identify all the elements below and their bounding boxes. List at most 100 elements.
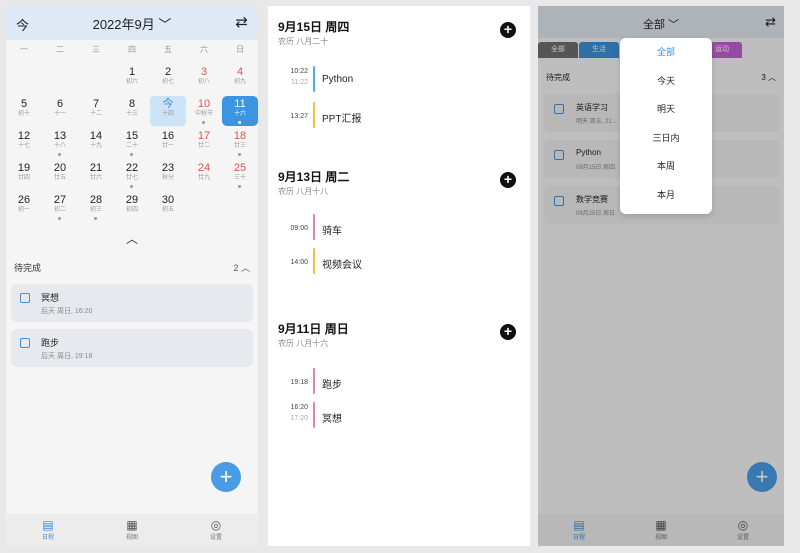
task-card[interactable]: 冥想 后天 周日, 16:20 bbox=[11, 284, 253, 322]
filter-option-three-days[interactable]: 三日内 bbox=[620, 124, 712, 153]
calendar-week: 26 初一 27 初二 28 初三 29 初四 30 初五 bbox=[6, 192, 258, 224]
calendar-day-empty bbox=[6, 64, 42, 94]
bottom-tab-bar: ▤ 日程 ▦ 视图 ◎ 设置 bbox=[6, 514, 258, 546]
filter-option-all[interactable]: 全部 bbox=[620, 38, 712, 67]
calendar-week: 5 初十 6 十一 7 十二 8 十三 今十四 10 中秋节 11 十六 bbox=[6, 96, 258, 128]
calendar-day[interactable]: 1 初六 bbox=[114, 64, 150, 94]
calendar-day[interactable]: 28 初三 bbox=[78, 192, 114, 222]
event-name: 视频会议 bbox=[322, 260, 362, 271]
task-subtitle: 后天 周日, 19:18 bbox=[41, 353, 93, 360]
event-item[interactable]: 10:22 11:22 Python bbox=[278, 66, 498, 96]
event-color-bar bbox=[313, 214, 315, 240]
swap-view-icon[interactable]: ⇄ bbox=[235, 13, 248, 31]
agenda-screen: 9月15日 周四 农历 八月二十 + 10:22 11:22 Python 13… bbox=[268, 6, 530, 546]
event-end: 17:20 bbox=[290, 415, 308, 422]
tab-settings[interactable]: ◎ 设置 bbox=[174, 514, 258, 546]
group-date: 9月15日 周四 bbox=[278, 20, 350, 34]
tab-schedule[interactable]: ▤ 日程 bbox=[6, 514, 90, 546]
calendar-day[interactable]: 6 十一 bbox=[42, 96, 78, 126]
chevron-down-icon: ﹀ bbox=[158, 17, 172, 32]
event-color-bar bbox=[313, 102, 315, 128]
add-event-button[interactable]: + bbox=[500, 172, 516, 188]
month-title-text: 2022年9月 bbox=[92, 17, 155, 32]
calendar-week: 12 十七 13 十八 14 十九 15 二十 16 廿一 17 廿二 18 廿三 bbox=[6, 128, 258, 160]
calendar-day[interactable]: 4 初九 bbox=[222, 64, 258, 94]
calendar-day[interactable]: 21 廿六 bbox=[78, 160, 114, 190]
calendar-day[interactable]: 25 三十 bbox=[222, 160, 258, 190]
tab-label: 视图 bbox=[125, 535, 138, 541]
weekday-header: 一 二 三 四 五 六 日 bbox=[6, 44, 258, 55]
event-time: 09:00 bbox=[278, 223, 308, 234]
event-color-bar bbox=[313, 368, 315, 394]
calendar-day[interactable]: 23 秋分 bbox=[150, 160, 186, 190]
calendar-day[interactable]: 7 十二 bbox=[78, 96, 114, 126]
event-item[interactable]: 09:00 骑车 bbox=[278, 214, 498, 244]
event-item[interactable]: 16:20 17:20 冥想 bbox=[278, 402, 498, 432]
calendar-day[interactable]: 30 初五 bbox=[150, 192, 186, 222]
calendar-day[interactable]: 14 十九 bbox=[78, 128, 114, 158]
pending-section-header[interactable]: 待完成 2 ︿ bbox=[14, 261, 250, 277]
task-card[interactable]: 跑步 后天 周日, 19:18 bbox=[11, 329, 253, 367]
event-name: PPT汇报 bbox=[322, 114, 362, 125]
filter-option-this-month[interactable]: 本月 bbox=[620, 181, 712, 210]
calendar-day[interactable]: 5 初十 bbox=[6, 96, 42, 126]
event-name: 冥想 bbox=[322, 414, 342, 425]
calendar-day-empty bbox=[222, 192, 258, 222]
event-item[interactable]: 13:27 PPT汇报 bbox=[278, 102, 498, 132]
task-title: 冥想 bbox=[41, 293, 60, 303]
weekday-label: 五 bbox=[164, 45, 172, 54]
group-lunar: 农历 八月十六 bbox=[278, 339, 329, 348]
event-name: 骑车 bbox=[322, 226, 342, 237]
event-name: 跑步 bbox=[322, 380, 342, 391]
calendar-day[interactable]: 18 廿三 bbox=[222, 128, 258, 158]
calendar-day[interactable]: 3 初八 bbox=[186, 64, 222, 94]
group-date: 9月11日 周日 bbox=[278, 322, 349, 336]
calendar-day[interactable]: 29 初四 bbox=[114, 192, 150, 222]
filter-option-tomorrow[interactable]: 明天 bbox=[620, 95, 712, 124]
add-event-button[interactable]: + bbox=[500, 324, 516, 340]
calendar-screen: 今 2022年9月 ﹀ ⇄ 一 二 三 四 五 六 日 1 初六 2 初七 3 初八 … bbox=[6, 6, 258, 546]
weekday-label: 一 bbox=[20, 45, 28, 54]
tab-view[interactable]: ▦ 视图 bbox=[90, 514, 174, 546]
add-button[interactable]: + bbox=[211, 462, 241, 492]
list-screen: 全部 ﹀ ⇄ 全部 生活 运动 待完成 3 ︿ 英语学习 明天 周五, 21:.… bbox=[538, 6, 784, 546]
calendar-week: 19 廿四 20 廿五 21 廿六 22 廿七 23 秋分 24 廿九 25 三十 bbox=[6, 160, 258, 192]
calendar-day[interactable]: 2 初七 bbox=[150, 64, 186, 94]
calendar-day[interactable]: 17 廿二 bbox=[186, 128, 222, 158]
calendar-day[interactable]: 16 廿一 bbox=[150, 128, 186, 158]
group-date: 9月13日 周二 bbox=[278, 170, 350, 184]
calendar-day[interactable]: 26 初一 bbox=[6, 192, 42, 222]
calendar-day[interactable]: 13 十八 bbox=[42, 128, 78, 158]
calendar-day[interactable]: 22 廿七 bbox=[114, 160, 150, 190]
collapse-calendar-icon[interactable]: ︿ bbox=[126, 230, 138, 247]
calendar-day[interactable]: 15 二十 bbox=[114, 128, 150, 158]
calendar-day-today[interactable]: 今十四 bbox=[150, 96, 186, 126]
task-checkbox[interactable] bbox=[20, 293, 30, 303]
calendar-day[interactable]: 10 中秋节 bbox=[186, 96, 222, 126]
calendar-day-selected[interactable]: 11 十六 bbox=[222, 96, 258, 126]
schedule-icon: ▤ bbox=[42, 518, 54, 532]
calendar-week: 1 初六 2 初七 3 初八 4 初九 bbox=[6, 64, 258, 96]
event-end: 11:22 bbox=[291, 79, 308, 86]
event-item[interactable]: 14:00 视频会议 bbox=[278, 248, 498, 278]
event-start: 14:00 bbox=[290, 259, 308, 266]
event-time: 13:27 bbox=[278, 111, 308, 122]
filter-option-today[interactable]: 今天 bbox=[620, 67, 712, 96]
event-color-bar bbox=[313, 248, 315, 274]
calendar-day[interactable]: 27 初二 bbox=[42, 192, 78, 222]
calendar-day[interactable]: 19 廿四 bbox=[6, 160, 42, 190]
calendar-day[interactable]: 12 十七 bbox=[6, 128, 42, 158]
month-title[interactable]: 2022年9月 ﹀ bbox=[6, 14, 258, 33]
add-event-button[interactable]: + bbox=[500, 22, 516, 38]
event-time: 16:20 17:20 bbox=[278, 402, 308, 424]
task-title: 跑步 bbox=[41, 338, 60, 348]
filter-option-this-week[interactable]: 本周 bbox=[620, 152, 712, 181]
calendar-day[interactable]: 20 廿五 bbox=[42, 160, 78, 190]
calendar-day[interactable]: 24 廿九 bbox=[186, 160, 222, 190]
calendar-day[interactable]: 8 十三 bbox=[114, 96, 150, 126]
event-time: 19:18 bbox=[278, 377, 308, 388]
weekday-label: 六 bbox=[200, 45, 208, 54]
month-grid: 1 初六 2 初七 3 初八 4 初九 5 初十 6 十一 7 十二 8 十三 今十四 10 中秋… bbox=[6, 64, 258, 224]
event-item[interactable]: 19:18 跑步 bbox=[278, 368, 498, 398]
task-checkbox[interactable] bbox=[20, 338, 30, 348]
